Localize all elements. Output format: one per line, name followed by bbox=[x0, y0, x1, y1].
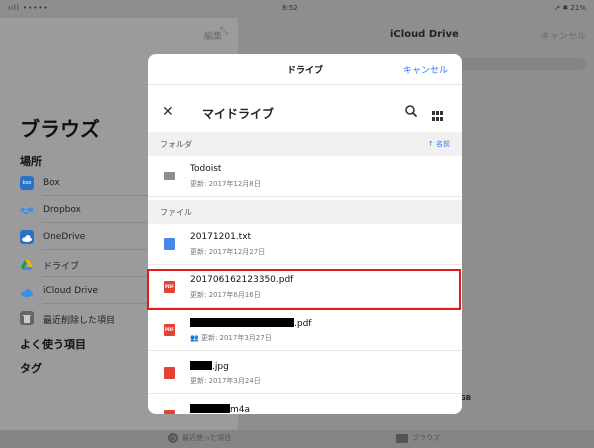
sidebar-title: ブラウズ bbox=[20, 117, 100, 141]
drive-toolbar: ✕ マイドライブ bbox=[148, 84, 462, 136]
file-row[interactable]: 20171201.txt 更新: 2017年12月27日 bbox=[148, 224, 462, 265]
cancel-button[interactable]: キャンセル bbox=[541, 29, 586, 42]
audio-icon bbox=[164, 410, 175, 414]
tags-heading: タグ bbox=[20, 362, 42, 375]
folders-section-header: フォルダ ↑ 名前 bbox=[148, 132, 462, 156]
redaction-bar bbox=[190, 318, 294, 327]
folder-row-todoist[interactable]: Todoist 更新: 2017年12月8日 bbox=[148, 156, 462, 197]
sidebar-item-label: Box bbox=[43, 178, 60, 188]
sort-button[interactable]: ↑ 名前 bbox=[428, 139, 450, 149]
item-name: Todoist bbox=[190, 164, 222, 174]
item-meta: 更新: 2017年12月27日 bbox=[190, 248, 266, 256]
carrier-signal: ııll ••••• bbox=[8, 4, 49, 12]
favorites-heading: よく使う項目 bbox=[20, 338, 86, 351]
close-icon[interactable]: ✕ bbox=[162, 104, 174, 120]
trash-icon bbox=[20, 311, 34, 325]
status-time: 8:52 bbox=[282, 4, 298, 12]
expand-icon[interactable]: ⤡ bbox=[220, 26, 228, 37]
status-bar: ııll ••••• 8:52 ↗ ✱ 21% bbox=[0, 0, 594, 18]
sidebar-item-label: ドライブ bbox=[43, 262, 80, 272]
pdf-icon: PDF bbox=[164, 324, 175, 336]
sidebar-item-label: 最近削除した項目 bbox=[43, 316, 116, 326]
tab-browse[interactable]: ブラウズ bbox=[396, 433, 440, 443]
dropbox-icon bbox=[20, 203, 34, 217]
section-label: フォルダ bbox=[160, 140, 192, 149]
file-row[interactable]: .jpg 更新: 2017年3月24日 bbox=[148, 353, 462, 394]
pane-title: iCloud Drive bbox=[390, 29, 459, 40]
redaction-bar bbox=[190, 361, 212, 370]
tab-recent[interactable]: ◷ 最近使った項目 bbox=[168, 433, 231, 443]
file-row[interactable]: m4a bbox=[148, 396, 462, 414]
section-label: ファイル bbox=[160, 208, 192, 217]
folder-icon bbox=[164, 172, 175, 180]
sidebar-item-label: OneDrive bbox=[43, 232, 86, 242]
document-icon bbox=[164, 238, 175, 250]
item-meta: 更新: 2017年12月8日 bbox=[190, 180, 261, 188]
item-meta: 👥 更新: 2017年3月27日 bbox=[190, 334, 272, 342]
tab-label: ブラウズ bbox=[412, 434, 440, 442]
file-row[interactable]: PDF .pdf 👥 更新: 2017年3月27日 bbox=[148, 310, 462, 351]
onedrive-icon bbox=[20, 230, 34, 244]
item-meta: 更新: 2017年3月24日 bbox=[190, 377, 261, 385]
clock-icon: ◷ bbox=[168, 433, 178, 443]
folder-icon bbox=[396, 433, 408, 443]
item-name: 20171201.txt bbox=[190, 232, 252, 242]
tab-label: 最近使った項目 bbox=[182, 434, 231, 442]
google-drive-icon bbox=[20, 257, 34, 271]
grid-view-icon[interactable] bbox=[432, 106, 443, 121]
item-name-redacted: m4a bbox=[190, 404, 250, 414]
tab-bar: ◷ 最近使った項目 ブラウズ bbox=[0, 430, 594, 448]
sidebar-item-label: iCloud Drive bbox=[43, 286, 99, 296]
item-name-redacted: .pdf bbox=[190, 318, 311, 329]
drive-picker-modal: ドライブ キャンセル ✕ マイドライブ フォルダ ↑ 名前 Todoist 更新… bbox=[148, 54, 462, 414]
selection-highlight bbox=[147, 269, 461, 310]
search-icon[interactable] bbox=[404, 103, 418, 118]
files-section-header: ファイル bbox=[148, 200, 462, 224]
battery-status: ↗ ✱ 21% bbox=[554, 4, 586, 12]
modal-header: ドライブ キャンセル bbox=[148, 54, 462, 85]
image-icon bbox=[164, 367, 175, 379]
sidebar-item-label: Dropbox bbox=[43, 205, 81, 215]
locations-heading: 場所 bbox=[20, 155, 42, 168]
modal-cancel-button[interactable]: キャンセル bbox=[403, 63, 448, 76]
item-name-redacted: .jpg bbox=[190, 361, 229, 372]
redaction-bar bbox=[190, 404, 230, 413]
box-icon: box bbox=[20, 176, 34, 190]
icloud-icon bbox=[20, 284, 34, 298]
drive-name: マイドライブ bbox=[202, 107, 275, 121]
